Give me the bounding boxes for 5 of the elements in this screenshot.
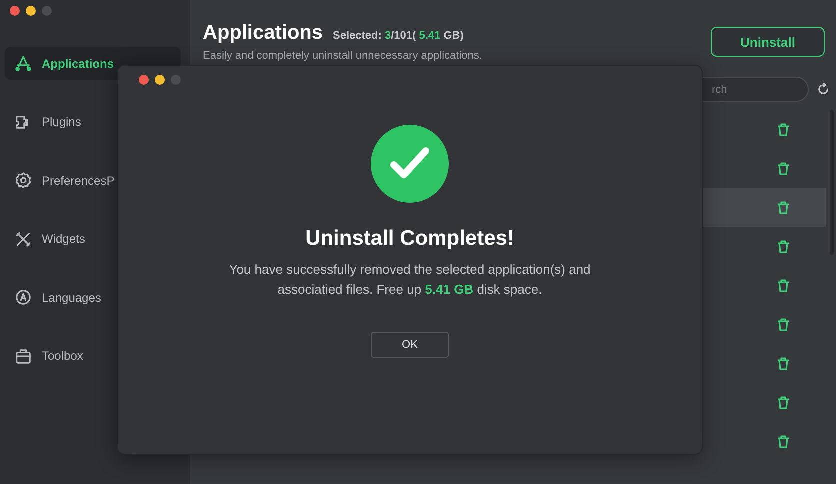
selection-summary: Selected: 3/101( 5.41 GB): [333, 30, 464, 42]
page-title: Applications: [203, 22, 324, 45]
page-subtitle: Easily and completely uninstall unnecessary applications.: [203, 50, 482, 62]
dialog-title: Uninstall Completes!: [306, 227, 514, 251]
dialog-message: You have successfully removed the selected application(s) and associatied files. Free up 5.41 GB disk space.: [228, 261, 592, 299]
